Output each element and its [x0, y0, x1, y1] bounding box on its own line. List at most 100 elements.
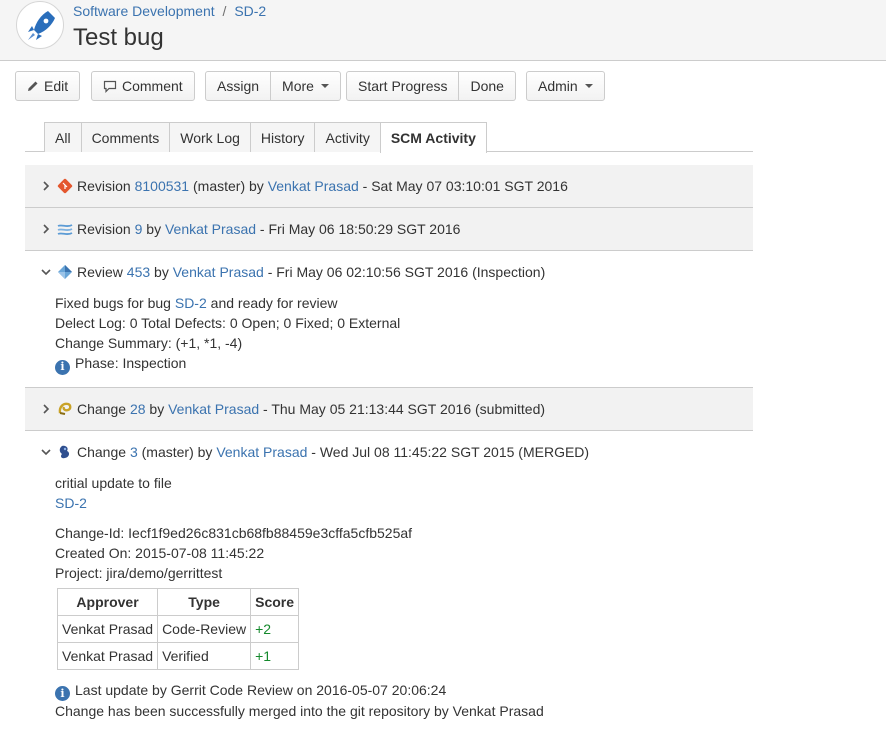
breadcrumb-separator: /	[223, 3, 227, 19]
entry-date: - Thu May 05 21:13:44 SGT 2016 (submitte…	[263, 401, 545, 417]
author-link[interactable]: Venkat Prasad	[173, 264, 264, 280]
chevron-down-icon[interactable]	[39, 445, 53, 459]
created-on: Created On: 2015-07-08 11:45:22	[55, 543, 753, 563]
entry-type-label: Change	[77, 401, 126, 417]
breadcrumb: Software Development / SD-2	[73, 3, 266, 19]
scm-entry-header[interactable]: Revision 9 by Venkat Prasad - Fri May 06…	[25, 208, 753, 250]
info-icon: i	[55, 360, 70, 375]
author-link[interactable]: Venkat Prasad	[168, 401, 259, 417]
issue-link[interactable]: SD-2	[55, 495, 87, 511]
entry-date: - Fri May 06 02:10:56 SGT 2016 (Inspecti…	[268, 264, 546, 280]
chevron-down-icon[interactable]	[39, 265, 53, 279]
gerrit-project: Project: jira/demo/gerrittest	[55, 563, 753, 583]
entry-date: - Sat May 07 03:10:01 SGT 2016	[363, 178, 568, 194]
approvals-table: Approver Type Score Venkat Prasad Code-R…	[57, 588, 299, 670]
subversion-icon	[57, 221, 73, 237]
last-update-text: Last update by Gerrit Code Review on 201…	[75, 682, 446, 698]
done-button[interactable]: Done	[459, 71, 515, 101]
info-icon: i	[55, 686, 70, 701]
breadcrumb-issue-link[interactable]: SD-2	[234, 3, 266, 19]
tab-scm-activity[interactable]: SCM Activity	[380, 122, 487, 153]
edit-group: Edit	[15, 71, 80, 101]
scm-entry-body: critial update to file SD-2 Change-Id: I…	[25, 473, 753, 733]
review-phase: i Phase: Inspection	[55, 353, 753, 375]
review-phase-text: Phase: Inspection	[75, 355, 186, 371]
scm-entry: Review 453 by Venkat Prasad - Fri May 06…	[25, 251, 753, 388]
edit-button-label: Edit	[44, 78, 68, 94]
revision-link[interactable]: 8100531	[135, 178, 190, 194]
assign-button[interactable]: Assign	[205, 71, 271, 101]
review-icon	[57, 264, 73, 280]
review-description-suffix: and ready for review	[211, 295, 338, 311]
change-link[interactable]: 3	[130, 444, 138, 460]
entry-by: by	[149, 401, 164, 417]
change-id: Change-Id: Iecf1f9ed26c831cb68fb88459e3c…	[55, 523, 753, 543]
workflow-group: Start Progress Done	[346, 71, 516, 101]
git-icon	[57, 178, 73, 194]
approver-cell: Venkat Prasad	[58, 642, 158, 669]
scm-entry-header[interactable]: Review 453 by Venkat Prasad - Fri May 06…	[25, 251, 753, 293]
chevron-down-icon	[585, 84, 593, 88]
tab-history[interactable]: History	[250, 122, 316, 152]
chevron-right-icon[interactable]	[39, 222, 53, 236]
issue-link[interactable]: SD-2	[175, 295, 207, 311]
chevron-right-icon[interactable]	[39, 402, 53, 416]
perforce-icon	[57, 401, 73, 417]
change-summary: Change Summary: (+1, *1, -4)	[55, 333, 753, 353]
author-link[interactable]: Venkat Prasad	[216, 444, 307, 460]
scm-entry: Revision 9 by Venkat Prasad - Fri May 06…	[25, 208, 753, 251]
scm-entry: Change 28 by Venkat Prasad - Thu May 05 …	[25, 388, 753, 431]
entry-by: by	[198, 444, 213, 460]
tab-all[interactable]: All	[44, 122, 82, 152]
spacer	[55, 513, 753, 523]
entry-date: - Wed Jul 08 11:45:22 SGT 2015 (MERGED)	[311, 444, 589, 460]
entry-type-label: Review	[77, 264, 123, 280]
commit-message: critial update to file	[55, 473, 753, 493]
tab-work-log[interactable]: Work Log	[169, 122, 251, 152]
comment-group: Comment	[91, 71, 195, 101]
comment-icon	[103, 80, 117, 93]
score-cell: +2	[251, 615, 299, 642]
tab-comments[interactable]: Comments	[81, 122, 171, 152]
entry-date: - Fri May 06 18:50:29 SGT 2016	[260, 221, 461, 237]
comment-button-label: Comment	[122, 78, 183, 94]
scm-entry-header[interactable]: Revision 8100531 (master) by Venkat Pras…	[25, 165, 753, 207]
revision-link[interactable]: 9	[135, 221, 143, 237]
gerrit-icon	[57, 444, 73, 460]
approver-cell: Venkat Prasad	[58, 615, 158, 642]
last-update: i Last update by Gerrit Code Review on 20…	[55, 680, 753, 702]
author-link[interactable]: Venkat Prasad	[268, 178, 359, 194]
entry-branch: (master)	[193, 178, 245, 194]
issue-header: Software Development / SD-2 Test bug	[0, 0, 886, 61]
tab-activity[interactable]: Activity	[314, 122, 380, 152]
type-cell: Code-Review	[158, 615, 251, 642]
scm-entry-header[interactable]: Change 3 (master) by Venkat Prasad - Wed…	[25, 431, 753, 473]
assign-more-group: Assign More	[205, 71, 341, 101]
chevron-right-icon[interactable]	[39, 179, 53, 193]
review-link[interactable]: 453	[127, 264, 150, 280]
comment-button[interactable]: Comment	[91, 71, 195, 101]
defect-log: Delect Log: 0 Total Defects: 0 Open; 0 F…	[55, 313, 753, 333]
project-avatar[interactable]	[16, 1, 64, 49]
scm-activity-list: Revision 8100531 (master) by Venkat Pras…	[25, 165, 753, 733]
activity-tabs: All Comments Work Log History Activity S…	[25, 122, 753, 152]
more-button-label: More	[282, 78, 314, 94]
edit-button[interactable]: Edit	[15, 71, 80, 101]
breadcrumb-project-link[interactable]: Software Development	[73, 3, 215, 19]
column-header: Type	[158, 588, 251, 615]
merge-note: Change has been successfully merged into…	[55, 701, 753, 721]
entry-by: by	[154, 264, 169, 280]
entry-type-label: Change	[77, 444, 126, 460]
chevron-down-icon	[321, 84, 329, 88]
admin-button[interactable]: Admin	[526, 71, 605, 101]
entry-branch: (master)	[142, 444, 194, 460]
page-title: Test bug	[73, 24, 164, 52]
score-cell: +1	[251, 642, 299, 669]
scm-entry-header[interactable]: Change 28 by Venkat Prasad - Thu May 05 …	[25, 388, 753, 430]
entry-by: by	[249, 178, 264, 194]
start-progress-button[interactable]: Start Progress	[346, 71, 459, 101]
author-link[interactable]: Venkat Prasad	[165, 221, 256, 237]
change-link[interactable]: 28	[130, 401, 146, 417]
more-button[interactable]: More	[271, 71, 341, 101]
review-description: Fixed bugs for bug SD-2 and ready for re…	[55, 293, 753, 313]
